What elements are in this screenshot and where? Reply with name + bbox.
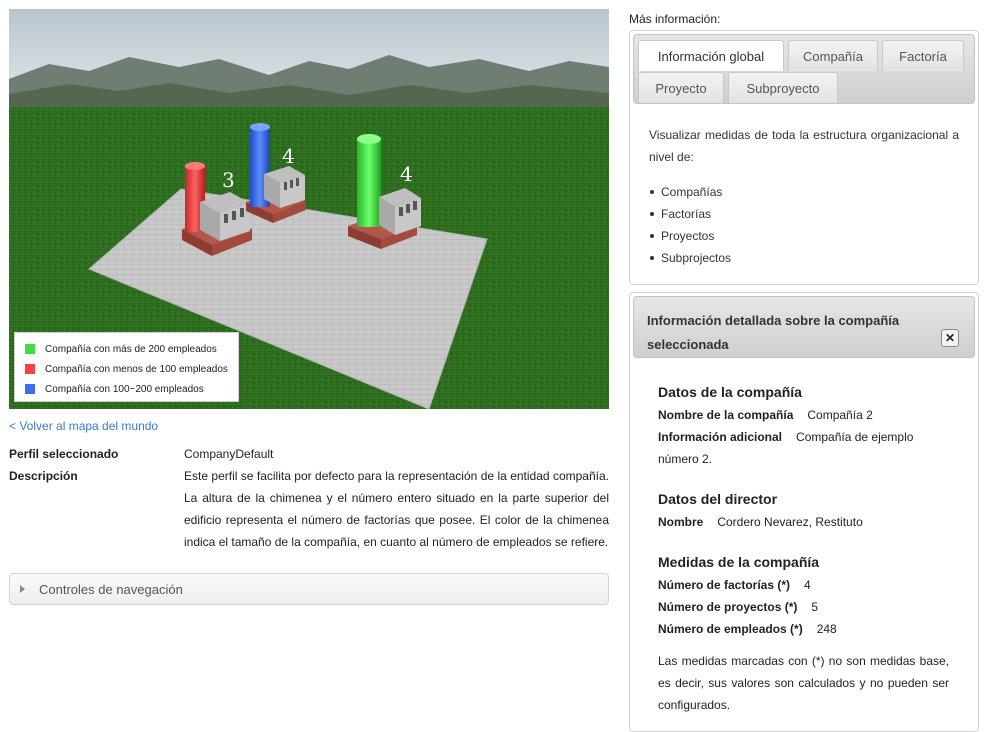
director-name-key: Nombre xyxy=(658,515,704,529)
tab-description: Visualizar medidas de toda la estructura… xyxy=(649,128,959,164)
legend: Compañía con más de 200 empleados Compañ… xyxy=(14,332,239,402)
list-item: Factorías xyxy=(650,203,959,225)
projects-key: Número de proyectos (*) xyxy=(658,600,798,614)
company-name-row: Nombre de la compañía Compañía 2 xyxy=(658,404,949,426)
legend-label: Compañía con menos de 100 empleados xyxy=(45,363,228,375)
legend-item: Compañía con 100~200 empleados xyxy=(25,379,228,399)
description-row: Descripción Este perfil se facilita por … xyxy=(9,465,609,553)
profile-value: CompanyDefault xyxy=(184,447,274,461)
employees-value: 248 xyxy=(816,622,837,636)
list-item: Proyectos xyxy=(650,225,959,247)
employees-row: Número de empleados (*) 248 xyxy=(658,618,949,640)
back-to-world-map-link[interactable]: < Volver al mapa del mundo xyxy=(9,419,158,433)
profile-info: Perfil seleccionado CompanyDefault Descr… xyxy=(9,443,609,553)
tab-subproject[interactable]: Subproyecto xyxy=(728,72,838,103)
company-3d-view[interactable]: 3 4 4 Compañía con más de 200 empleados … xyxy=(9,9,609,409)
tab-project[interactable]: Proyecto xyxy=(638,72,724,103)
company-detail-panel: Información detallada sobre la compañía … xyxy=(629,292,979,732)
navigation-controls-toggle[interactable]: Controles de navegación xyxy=(9,573,609,605)
employees-key: Número de empleados (*) xyxy=(658,622,803,636)
detail-body: Datos de la compañía Nombre de la compañ… xyxy=(633,358,975,716)
detail-header: Información detallada sobre la compañía … xyxy=(633,296,975,358)
director-name-row: Nombre Cordero Nevarez, Restituto xyxy=(658,511,949,533)
tab-factory[interactable]: Factoría xyxy=(882,40,964,71)
legend-label: Compañía con más de 200 empleados xyxy=(45,343,217,355)
legend-item: Compañía con más de 200 empleados xyxy=(25,339,228,359)
tab-content: Visualizar medidas de toda la estructura… xyxy=(633,104,975,269)
tab-company[interactable]: Compañía xyxy=(788,40,878,71)
measures-note: Las medidas marcadas con (*) no son medi… xyxy=(658,654,949,712)
director-section-title: Datos del director xyxy=(658,491,778,507)
projects-row: Número de proyectos (*) 5 xyxy=(658,596,949,618)
description-key: Descripción xyxy=(9,469,78,483)
legend-label: Compañía con 100~200 empleados xyxy=(45,383,204,395)
tab-global-info[interactable]: Información global xyxy=(638,40,784,71)
company-name-value: Compañía 2 xyxy=(807,408,873,422)
detail-title: Información detallada sobre la compañía … xyxy=(647,313,900,352)
factories-key: Número de factorías (*) xyxy=(658,578,791,592)
description-value: Este perfil se facilita por defecto para… xyxy=(184,469,609,549)
more-info-label: Más información: xyxy=(629,12,721,26)
additional-info-key: Información adicional xyxy=(658,430,783,444)
legend-swatch-green xyxy=(25,344,35,354)
projects-value: 5 xyxy=(811,600,819,614)
legend-swatch-blue xyxy=(25,384,35,394)
legend-item: Compañía con menos de 100 empleados xyxy=(25,359,228,379)
measures-section-title: Medidas de la compañía xyxy=(658,554,820,570)
factory-count: 3 xyxy=(222,168,235,192)
company-name-key: Nombre de la compañía xyxy=(658,408,794,422)
factories-value: 4 xyxy=(804,578,811,592)
close-button[interactable]: ✕ xyxy=(941,329,959,347)
list-item: Subprojectos xyxy=(650,247,959,269)
legend-swatch-red xyxy=(25,364,35,374)
chimney-green xyxy=(357,139,381,227)
company-section-title: Datos de la compañía xyxy=(658,384,802,400)
close-icon: ✕ xyxy=(944,331,956,345)
list-item: Compañías xyxy=(650,181,959,203)
factories-row: Número de factorías (*) 4 xyxy=(658,574,949,596)
expand-triangle-icon xyxy=(20,585,25,593)
factory-count: 4 xyxy=(282,144,295,168)
factory-count: 4 xyxy=(400,162,413,186)
profile-row: Perfil seleccionado CompanyDefault xyxy=(9,443,609,465)
navigation-controls-label: Controles de navegación xyxy=(39,581,183,597)
info-tabs-panel: Información global Compañía Factoría Pro… xyxy=(629,30,979,285)
additional-info-row: Información adicional Compañía de ejemplo… xyxy=(658,426,949,470)
director-name-value: Cordero Nevarez, Restituto xyxy=(717,515,863,529)
profile-key: Perfil seleccionado xyxy=(9,447,119,461)
tabs-header: Información global Compañía Factoría Pro… xyxy=(633,34,975,104)
scope-list: Compañías Factorías Proyectos Subproject… xyxy=(649,181,959,269)
